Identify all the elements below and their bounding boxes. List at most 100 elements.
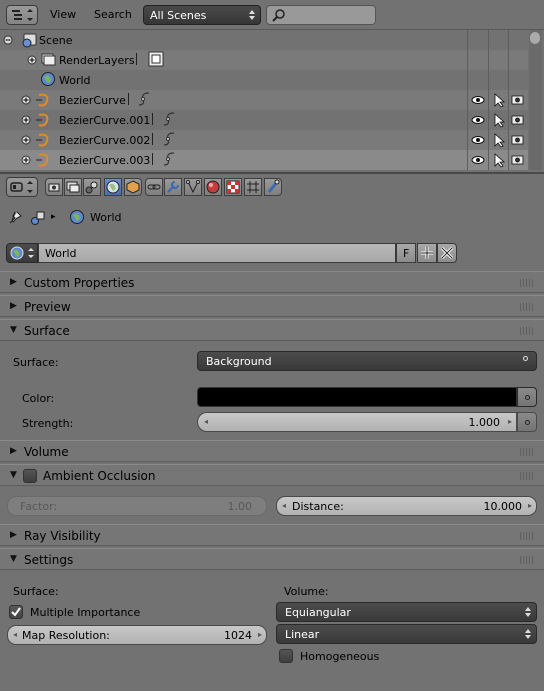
separator: [128, 93, 129, 105]
ambient-occlusion-checkbox[interactable]: [23, 469, 37, 483]
color-socket-button[interactable]: [517, 387, 537, 407]
search-icon: [272, 9, 285, 22]
panel-volume[interactable]: ▶ Volume: [0, 440, 544, 462]
world-name-field[interactable]: World: [38, 243, 396, 263]
collapse-icon: ▼: [10, 554, 17, 564]
curve-object-icon: [36, 133, 49, 147]
panel-ambient-occlusion[interactable]: ▼ Ambient Occlusion: [0, 464, 544, 486]
tab-physics[interactable]: [264, 178, 282, 196]
map-resolution-field[interactable]: ◂ Map Resolution: 1024 ▸: [7, 625, 267, 645]
pin-icon[interactable]: [7, 210, 23, 226]
expand-icon: ▶: [10, 446, 17, 456]
homogeneous-label: Homogeneous: [300, 650, 380, 663]
world-name-value: World: [45, 247, 77, 260]
drag-handle-icon[interactable]: [520, 448, 534, 456]
ao-factor-field[interactable]: Factor: 1.00: [7, 496, 267, 516]
multiple-importance-checkbox[interactable]: [9, 605, 23, 619]
settings-volume-heading: Volume:: [284, 585, 329, 598]
search-menu[interactable]: Search: [94, 8, 132, 21]
decrement-arrow-icon[interactable]: ◂: [204, 417, 208, 426]
expand-icon[interactable]: [21, 135, 31, 145]
world-icon: [70, 210, 84, 224]
tab-constraints[interactable]: [145, 178, 163, 196]
surface-shader-select[interactable]: Background: [197, 351, 537, 371]
panel-preview[interactable]: ▶ Preview: [0, 295, 544, 317]
fake-user-label: F: [403, 247, 410, 260]
tab-texture[interactable]: [224, 178, 242, 196]
volume-sampling-select[interactable]: Equiangular: [276, 602, 537, 622]
drag-handle-icon[interactable]: [520, 472, 534, 480]
panel-surface[interactable]: ▼ Surface: [0, 319, 544, 341]
color-swatch[interactable]: [197, 387, 517, 407]
scene-icon: [85, 181, 98, 194]
tab-world[interactable]: [104, 178, 122, 196]
increment-arrow-icon[interactable]: ▸: [258, 630, 262, 639]
drag-handle-icon[interactable]: [520, 303, 534, 311]
expand-icon[interactable]: [21, 115, 31, 125]
expand-icon: ▶: [10, 530, 17, 540]
ao-distance-field[interactable]: ◂ Distance: 10.000 ▸: [276, 496, 537, 516]
separator: [152, 133, 153, 145]
drag-handle-icon[interactable]: [520, 532, 534, 540]
increment-arrow-icon[interactable]: ▸: [508, 417, 512, 426]
properties-editor-type-button[interactable]: [6, 177, 38, 197]
panel-ray-visibility[interactable]: ▶ Ray Visibility: [0, 524, 544, 546]
scene-icon: [31, 211, 45, 225]
panel-title: Volume: [24, 445, 69, 459]
collapse-icon: ▼: [10, 325, 17, 335]
strength-socket-button[interactable]: [517, 412, 537, 432]
panel-custom-properties[interactable]: ▶ Custom Properties: [0, 271, 544, 293]
outliner-item-label: BezierCurve.001: [59, 114, 151, 127]
tab-render[interactable]: [45, 178, 63, 196]
wrench-icon: [167, 181, 179, 193]
expand-icon[interactable]: [21, 155, 31, 165]
collapse-icon[interactable]: [3, 35, 13, 45]
homogeneous-checkbox[interactable]: [279, 649, 293, 663]
tab-modifiers[interactable]: [164, 178, 182, 196]
drag-handle-icon[interactable]: [520, 556, 534, 564]
tab-object[interactable]: [124, 178, 142, 196]
outliner-scrollbar[interactable]: [529, 30, 542, 170]
collapse-icon: ▼: [10, 470, 17, 480]
curve-data-icon: [163, 132, 175, 146]
tab-material[interactable]: [204, 178, 222, 196]
drag-handle-icon[interactable]: [520, 279, 534, 287]
decrement-arrow-icon[interactable]: ◂: [13, 630, 17, 639]
panel-settings[interactable]: ▼ Settings: [0, 548, 544, 570]
outliner-item-label: World: [59, 74, 91, 87]
tab-scene[interactable]: [83, 178, 101, 196]
outliner-scrollbar-thumb[interactable]: [530, 32, 540, 44]
display-mode-select[interactable]: All Scenes: [143, 5, 261, 25]
drag-handle-icon[interactable]: [520, 327, 534, 335]
new-datablock-button[interactable]: [417, 243, 437, 263]
outliner-row[interactable]: [0, 30, 528, 50]
unlink-datablock-button[interactable]: [437, 243, 457, 263]
fake-user-button[interactable]: F: [396, 243, 416, 263]
expand-icon[interactable]: [27, 55, 37, 65]
strength-field[interactable]: ◂ 1.000 ▸: [197, 412, 517, 432]
renderlayers-icon: [41, 53, 56, 66]
world-browse-button[interactable]: [6, 243, 38, 263]
editor-type-button[interactable]: [6, 5, 38, 25]
breadcrumb-arrow-icon: ▸: [51, 212, 56, 222]
decrement-arrow-icon[interactable]: ◂: [282, 501, 286, 510]
curve-object-icon: [36, 153, 49, 167]
panel-title: Ambient Occlusion: [43, 469, 156, 483]
tab-particles[interactable]: [244, 178, 262, 196]
view-menu[interactable]: View: [50, 8, 76, 21]
separator: [136, 53, 137, 65]
tab-render-layers[interactable]: [64, 178, 82, 196]
outliner-search-input[interactable]: [266, 5, 376, 25]
expand-icon[interactable]: [21, 95, 31, 105]
socket-icon: [523, 356, 528, 361]
world-icon: [10, 246, 34, 260]
separator: [152, 113, 153, 125]
camera-icon: [48, 183, 60, 192]
updown-arrows-icon: [525, 629, 531, 639]
tab-data[interactable]: [184, 178, 202, 196]
volume-interpolation-select[interactable]: Linear: [276, 624, 537, 644]
outliner-editor: View Search All Scenes Scene RenderLayer…: [0, 0, 544, 172]
increment-arrow-icon[interactable]: ▸: [528, 501, 532, 510]
curve-data-icon: [163, 152, 175, 166]
renderlayer-icon: [148, 51, 164, 67]
